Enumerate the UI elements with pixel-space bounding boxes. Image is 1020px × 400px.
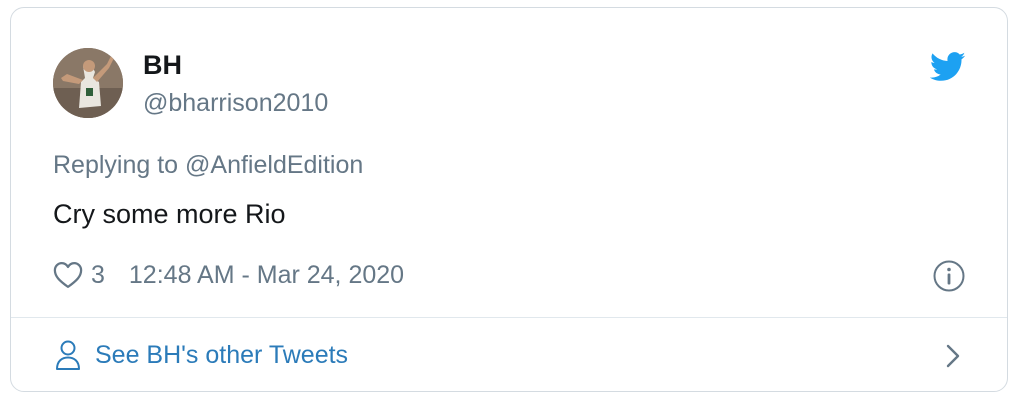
tweet-timestamp[interactable]: 12:48 AM - Mar 24, 2020 — [129, 261, 404, 290]
avatar[interactable] — [53, 48, 123, 118]
heart-icon[interactable] — [53, 261, 83, 289]
see-other-tweets-link[interactable]: See BH's other Tweets — [55, 337, 348, 373]
reply-to-handle[interactable]: @AnfieldEdition — [185, 151, 363, 179]
display-name[interactable]: BH — [143, 50, 182, 80]
user-icon — [56, 340, 80, 370]
see-other-tweets-label[interactable]: See BH's other Tweets — [95, 341, 348, 370]
divider — [11, 317, 1007, 318]
user-handle[interactable]: @bharrison2010 — [143, 88, 328, 118]
reply-context: Replying to @AnfieldEdition — [53, 150, 363, 180]
tweet-text: Cry some more Rio — [53, 199, 286, 229]
chevron-right-icon[interactable] — [943, 343, 963, 369]
info-icon[interactable] — [932, 259, 966, 293]
twitter-bird-icon[interactable] — [930, 52, 966, 82]
reply-prefix: Replying to — [53, 151, 179, 179]
tweet-card: BH @bharrison2010 Replying to @AnfieldEd… — [10, 7, 1008, 392]
tweet-meta: 3 12:48 AM - Mar 24, 2020 — [53, 258, 404, 292]
like-count: 3 — [91, 260, 105, 289]
